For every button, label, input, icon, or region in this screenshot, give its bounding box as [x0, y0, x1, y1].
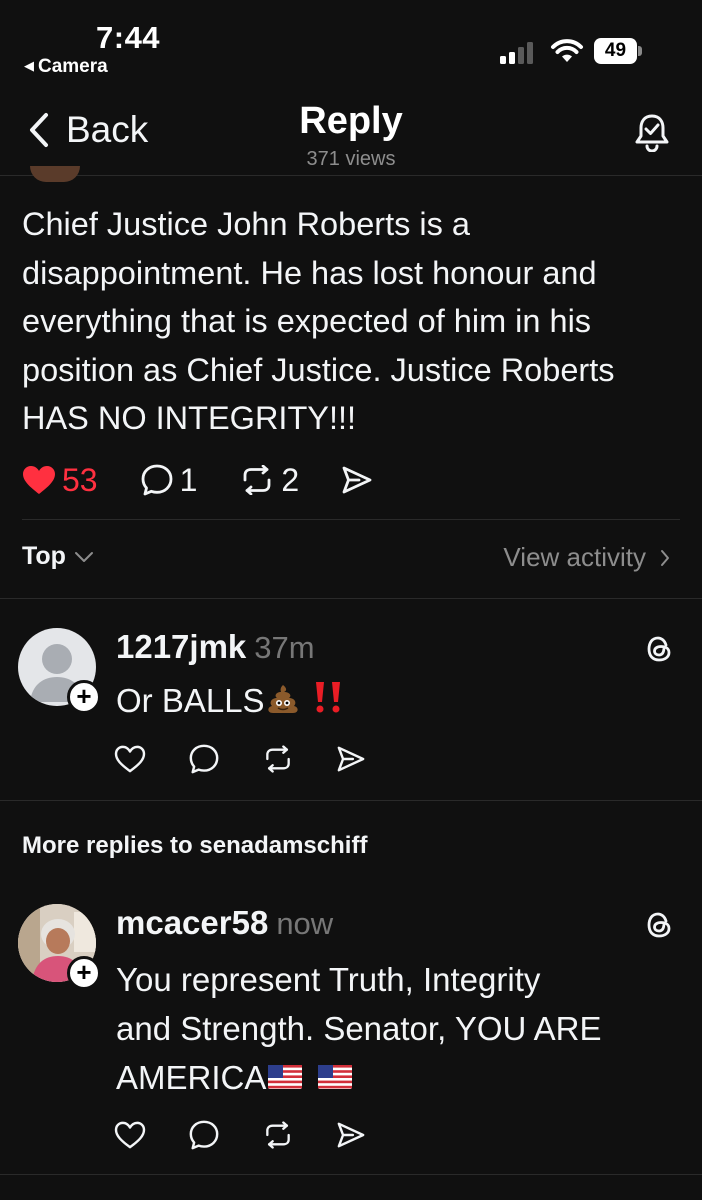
- reply-time: 37m: [254, 630, 315, 665]
- share-button[interactable]: [341, 465, 373, 495]
- follow-plus-button[interactable]: +: [67, 956, 101, 990]
- chevron-down-icon: [74, 551, 93, 562]
- like-count: 53: [62, 461, 98, 498]
- reply-text-line-content: AMERICA: [116, 1059, 267, 1096]
- sort-label: Top: [22, 542, 66, 570]
- repost-count: 2: [281, 461, 300, 498]
- more-replies-heading: More replies to senadamschiff: [22, 832, 368, 859]
- reply-username[interactable]: mcacer58: [116, 904, 268, 942]
- back-app-label: Camera: [38, 56, 108, 77]
- reply-text-content: Or BALLS: [116, 682, 265, 719]
- battery-level: 49: [594, 38, 637, 64]
- post-actions: 53 1 2: [22, 458, 415, 502]
- status-bar: 7:44 ◀ Camera 49: [0, 0, 702, 92]
- reply-header: 1217jmk 37m: [116, 628, 315, 666]
- heart-filled-icon: [23, 466, 55, 494]
- reply-time: now: [276, 906, 334, 941]
- bell-check-icon[interactable]: [634, 112, 670, 152]
- comment-count: 1: [179, 461, 198, 498]
- view-activity-label: View activity: [503, 542, 646, 572]
- divider: [0, 800, 702, 801]
- back-triangle-icon: ◀: [24, 58, 34, 73]
- reply-username[interactable]: 1217jmk: [116, 628, 246, 666]
- us-flag-icon: [268, 1065, 303, 1089]
- speech-bubble-icon[interactable]: [188, 1119, 220, 1151]
- heart-icon[interactable]: [114, 745, 146, 773]
- divider: [22, 519, 680, 520]
- reply-actions: [114, 743, 408, 775]
- comment-button[interactable]: 1: [140, 461, 198, 499]
- reply-text: Or BALLS: [116, 676, 686, 725]
- repost-icon: [243, 465, 271, 495]
- views-count: 371 views: [306, 148, 396, 170]
- reply-item: + mcacer58 now You represent Truth, Inte…: [0, 876, 702, 1174]
- page-title: Reply: [299, 100, 403, 142]
- battery-icon: 49: [594, 38, 642, 64]
- reply-text-line: AMERICA: [116, 1053, 686, 1102]
- speech-bubble-icon: [141, 464, 172, 496]
- repost-icon[interactable]: [262, 1121, 294, 1149]
- us-flag-icon: [318, 1065, 353, 1089]
- repost-button[interactable]: 2: [239, 462, 299, 499]
- divider: [0, 1174, 702, 1175]
- speech-bubble-icon[interactable]: [188, 743, 220, 775]
- follow-plus-button[interactable]: +: [67, 680, 101, 714]
- reply-actions: [114, 1119, 408, 1151]
- send-icon: [342, 466, 372, 494]
- repost-icon[interactable]: [262, 745, 294, 773]
- cellular-signal-icon: [500, 40, 540, 64]
- navigation-bar: Back Reply 371 views: [0, 92, 702, 176]
- chevron-right-icon: [661, 549, 669, 566]
- wifi-icon: [551, 39, 583, 62]
- reply-text-line: and Strength. Senator, YOU ARE: [116, 1010, 602, 1047]
- threads-icon[interactable]: [644, 634, 674, 664]
- status-time: 7:44: [96, 20, 161, 55]
- author-avatar[interactable]: [30, 166, 80, 182]
- send-icon[interactable]: [336, 745, 366, 773]
- post-text: Chief Justice John Roberts is a disappoi…: [22, 206, 615, 436]
- view-activity-link[interactable]: View activity: [503, 542, 670, 573]
- reply-item: + 1217jmk 37m Or BALLS: [0, 598, 702, 800]
- like-button[interactable]: 53: [22, 462, 98, 499]
- double-exclamation-icon: [315, 682, 340, 713]
- reply-text-line: You represent Truth, Integrity: [116, 961, 541, 998]
- threads-icon[interactable]: [644, 910, 674, 940]
- pile-of-poo-icon: [267, 685, 298, 713]
- heart-icon[interactable]: [114, 1121, 146, 1149]
- reply-text: You represent Truth, Integrity and Stren…: [116, 955, 686, 1102]
- send-icon[interactable]: [336, 1121, 366, 1149]
- sort-dropdown[interactable]: Top: [22, 542, 94, 571]
- reply-header: mcacer58 now: [116, 904, 333, 942]
- back-to-app-link[interactable]: ◀ Camera: [24, 56, 108, 78]
